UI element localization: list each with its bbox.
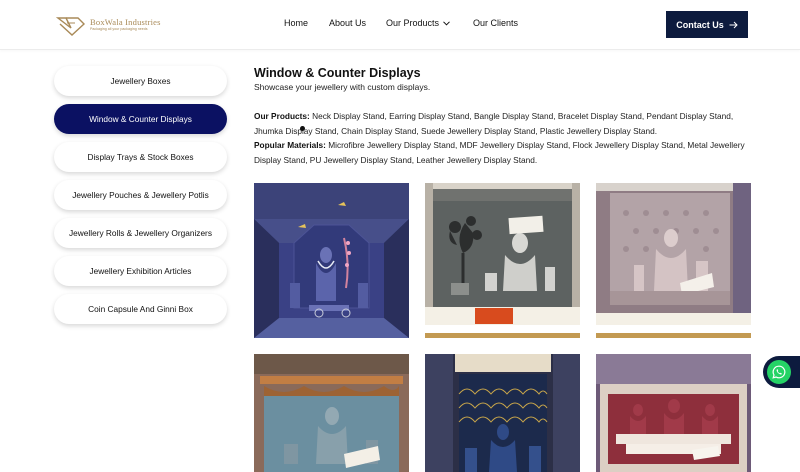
products-text: Neck Display Stand, Earring Display Stan… <box>254 111 734 136</box>
sidebar-item-coin-capsule[interactable]: Coin Capsule And Ginni Box <box>54 294 227 324</box>
product-description: Our Products: Neck Display Stand, Earrin… <box>254 109 764 167</box>
brand-logo[interactable]: BoxWala Industries Packaging all your pa… <box>56 12 186 38</box>
mouse-cursor <box>300 126 305 131</box>
nav-our-products-label: Our Products <box>386 18 440 28</box>
main-content: Window & Counter Displays Showcase your … <box>254 66 774 167</box>
brand-tagline: Packaging all your packaging needs <box>90 27 148 32</box>
whatsapp-button[interactable] <box>763 356 800 388</box>
brand-name: BoxWala Industries <box>90 16 161 27</box>
gallery-image-blue-window-display[interactable] <box>254 183 409 338</box>
materials-text: Microfibre Jewellery Display Stand, MDF … <box>254 140 745 165</box>
category-sidebar: Jewellery Boxes Window & Counter Display… <box>54 66 227 332</box>
sidebar-item-jewellery-boxes[interactable]: Jewellery Boxes <box>54 66 227 96</box>
sidebar-item-display-trays[interactable]: Display Trays & Stock Boxes <box>54 142 227 172</box>
diamond-logo-icon <box>56 17 86 36</box>
page-subtitle: Showcase your jewellery with custom disp… <box>254 82 431 92</box>
materials-label: Popular Materials: <box>254 140 326 151</box>
sidebar-item-pouches-potlis[interactable]: Jewellery Pouches & Jewellery Potlis <box>54 180 227 210</box>
sidebar-item-exhibition-articles[interactable]: Jewellery Exhibition Articles <box>54 256 227 286</box>
nav-our-clients[interactable]: Our Clients <box>473 18 518 28</box>
nav-home[interactable]: Home <box>284 18 308 28</box>
gallery-image-grey-tree-display[interactable] <box>425 183 580 338</box>
whatsapp-icon <box>767 360 791 384</box>
products-label: Our Products: <box>254 111 310 121</box>
gallery-image-wooden-arch-display[interactable] <box>254 354 409 472</box>
site-header: BoxWala Industries Packaging all your pa… <box>0 0 800 50</box>
gallery-image-red-tiered-display[interactable] <box>596 354 751 472</box>
gallery-image-dark-scale-display[interactable] <box>425 354 580 472</box>
nav-our-products[interactable]: Our Products <box>386 18 450 28</box>
sidebar-item-window-counter-displays[interactable]: Window & Counter Displays <box>54 104 227 134</box>
nav-about-us[interactable]: About Us <box>329 18 366 28</box>
gallery-image-mauve-tufted-display[interactable] <box>596 183 751 338</box>
sidebar-item-rolls-organizers[interactable]: Jewellery Rolls & Jewellery Organizers <box>54 218 227 248</box>
arrow-right-icon <box>729 21 738 28</box>
page-title: Window & Counter Displays <box>254 66 421 80</box>
contact-us-label: Contact Us <box>676 19 724 30</box>
chevron-down-icon <box>443 20 450 26</box>
contact-us-button[interactable]: Contact Us <box>666 11 748 38</box>
